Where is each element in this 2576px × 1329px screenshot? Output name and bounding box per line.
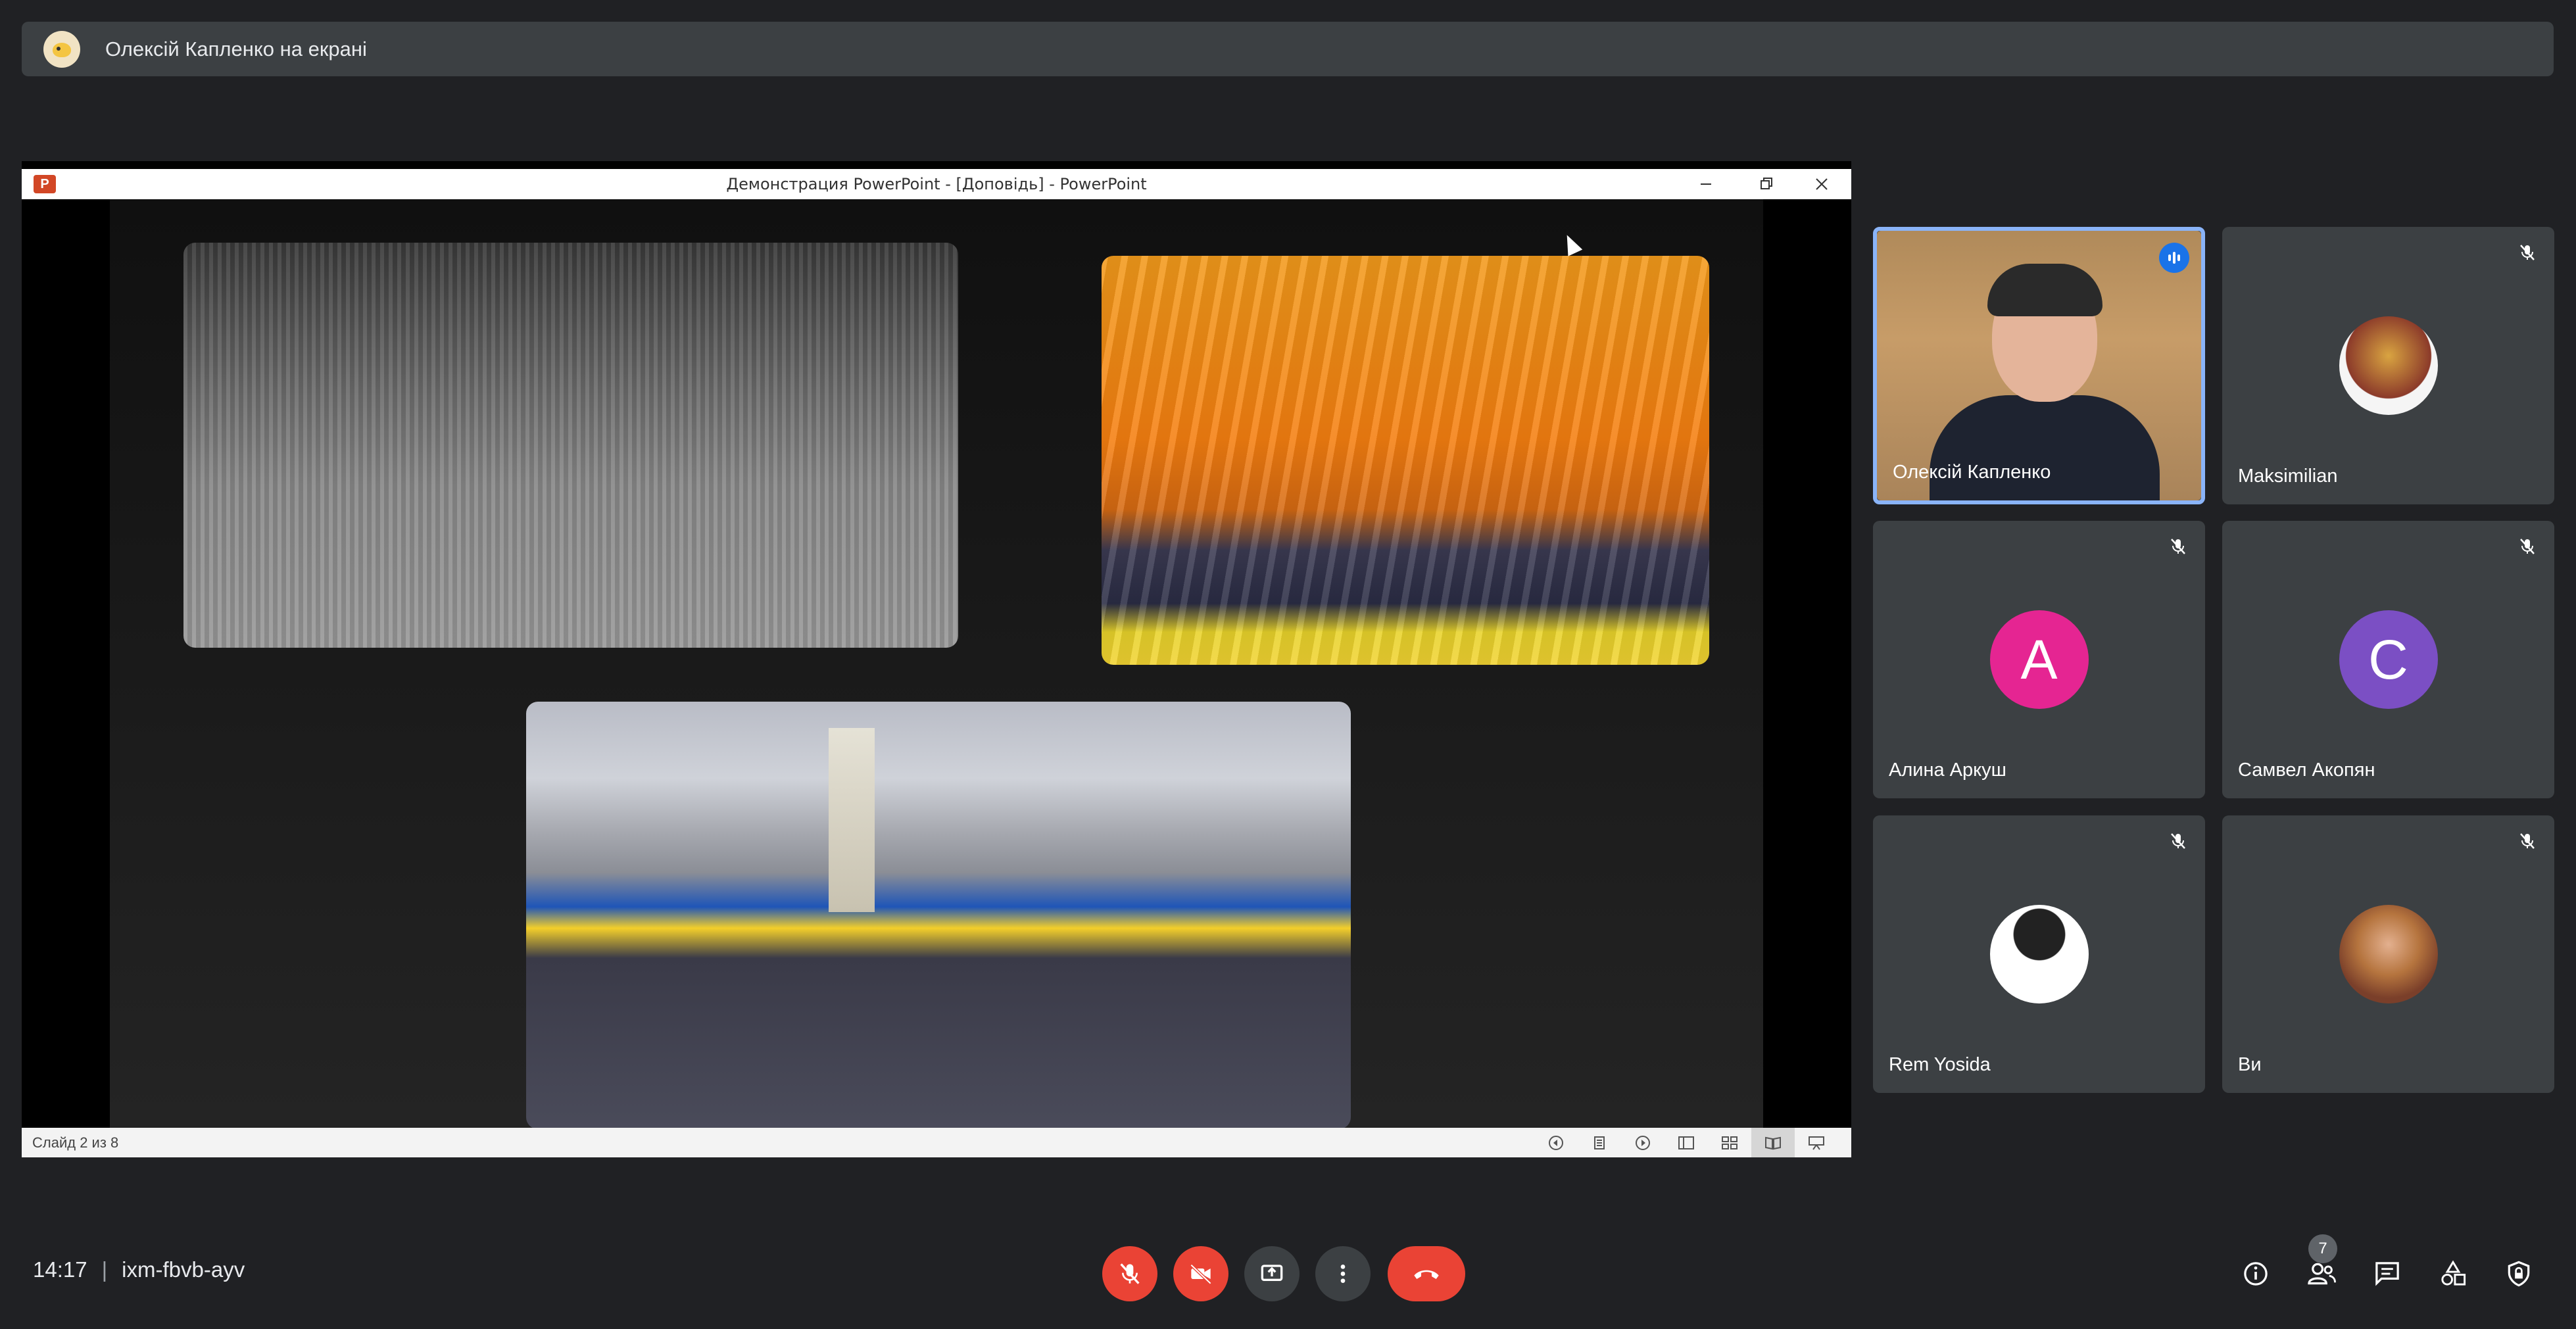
reading-view-icon[interactable] bbox=[1751, 1128, 1795, 1157]
people-icon bbox=[2308, 1263, 2336, 1285]
chat-icon bbox=[2375, 1262, 2399, 1286]
leave-call-button[interactable] bbox=[1388, 1246, 1465, 1301]
slideshow-icon[interactable] bbox=[1795, 1128, 1838, 1157]
meeting-time: 14:17 bbox=[33, 1257, 87, 1282]
participant-name: Rem Yosida bbox=[1889, 1054, 1991, 1075]
participant-tile-presenter[interactable]: Олексій Капленко bbox=[1873, 227, 2205, 504]
participant-tile-self[interactable]: Ви bbox=[2222, 815, 2554, 1093]
slide-photo-maidan-crowd bbox=[526, 702, 1351, 1128]
participant-avatar: A bbox=[1989, 610, 2089, 709]
present-screen-icon bbox=[1261, 1265, 1283, 1281]
slide-photo-bw-tents bbox=[183, 243, 958, 648]
present-now-button[interactable] bbox=[1244, 1246, 1300, 1301]
slide-counter: Слайд 2 из 8 bbox=[32, 1134, 119, 1151]
prev-slide-icon[interactable] bbox=[1534, 1128, 1578, 1157]
mic-toggle-button[interactable] bbox=[1102, 1246, 1157, 1301]
restore-icon[interactable] bbox=[1743, 169, 1789, 199]
participant-name: Maksimilian bbox=[2238, 466, 2338, 487]
hang-up-icon bbox=[1414, 1270, 1439, 1279]
normal-view-icon[interactable] bbox=[1665, 1128, 1708, 1157]
participant-tile-maksimilian[interactable]: Maksimilian bbox=[2222, 227, 2554, 504]
ppt-window-title: Демонстрация PowerPoint - [Доповідь] - P… bbox=[726, 175, 1147, 193]
status-icons bbox=[1534, 1128, 1838, 1157]
chat-button[interactable] bbox=[2368, 1254, 2407, 1293]
participant-avatar: C bbox=[2339, 610, 2438, 709]
slide-menu-icon[interactable] bbox=[1578, 1128, 1621, 1157]
next-slide-icon[interactable] bbox=[1621, 1128, 1665, 1157]
mic-off-icon bbox=[2515, 534, 2540, 559]
host-controls-button[interactable] bbox=[2499, 1254, 2539, 1293]
participant-name: Алина Аркуш bbox=[1889, 760, 2006, 781]
participant-tile-rem[interactable]: Rem Yosida bbox=[1873, 815, 2205, 1093]
mic-off-icon bbox=[2515, 240, 2540, 265]
activities-icon bbox=[2441, 1260, 2466, 1286]
more-vert-icon bbox=[1340, 1265, 1346, 1283]
participant-avatar bbox=[1989, 905, 2089, 1003]
participant-tile-alina[interactable]: A Алина Аркуш bbox=[1873, 521, 2205, 798]
meeting-details-button[interactable] bbox=[2236, 1254, 2275, 1293]
minimize-icon[interactable] bbox=[1683, 169, 1729, 199]
speaking-indicator-icon bbox=[2159, 243, 2189, 273]
more-options-button[interactable] bbox=[1315, 1246, 1371, 1301]
participant-name: Самвел Акопян bbox=[2238, 760, 2375, 781]
participant-tile-samvel[interactable]: C Самвел Акопян bbox=[2222, 521, 2554, 798]
people-count-badge: 7 bbox=[2308, 1234, 2337, 1263]
presenter-avatar bbox=[43, 30, 80, 68]
camera-toggle-button[interactable] bbox=[1173, 1246, 1228, 1301]
participant-name: Олексій Капленко bbox=[1893, 462, 2051, 483]
activities-button[interactable] bbox=[2433, 1254, 2473, 1293]
shield-lock-icon bbox=[2508, 1261, 2530, 1287]
slide bbox=[110, 199, 1763, 1128]
mic-off-icon bbox=[1120, 1263, 1140, 1284]
close-icon[interactable] bbox=[1799, 169, 1845, 199]
slide-photo-orange-flags bbox=[1102, 256, 1709, 665]
camera-off-icon bbox=[1190, 1263, 1212, 1285]
participant-avatar bbox=[2339, 905, 2438, 1003]
info-icon bbox=[2244, 1262, 2268, 1286]
slide-area bbox=[22, 199, 1851, 1128]
meeting-code: ixm-fbvb-ayv bbox=[122, 1257, 245, 1282]
shared-screen: P Демонстрация PowerPoint - [Доповідь] -… bbox=[22, 161, 1851, 1157]
mic-off-icon bbox=[2166, 534, 2191, 559]
presenter-banner: Олексій Капленко на екрані bbox=[22, 22, 2554, 76]
mic-off-icon bbox=[2166, 829, 2191, 854]
meeting-info: 14:17 | ixm-fbvb-ayv bbox=[33, 1257, 245, 1282]
presenter-banner-text: Олексій Капленко на екрані bbox=[105, 37, 367, 60]
ppt-titlebar: P Демонстрация PowerPoint - [Доповідь] -… bbox=[22, 169, 1851, 199]
participant-video bbox=[1877, 231, 2201, 500]
mic-off-icon bbox=[2515, 829, 2540, 854]
meeting-info-separator: | bbox=[101, 1257, 108, 1282]
ppt-statusbar: Слайд 2 из 8 bbox=[22, 1128, 1851, 1157]
participant-avatar bbox=[2339, 316, 2438, 415]
slide-sorter-icon[interactable] bbox=[1708, 1128, 1751, 1157]
participant-name: Ви bbox=[2238, 1054, 2262, 1075]
